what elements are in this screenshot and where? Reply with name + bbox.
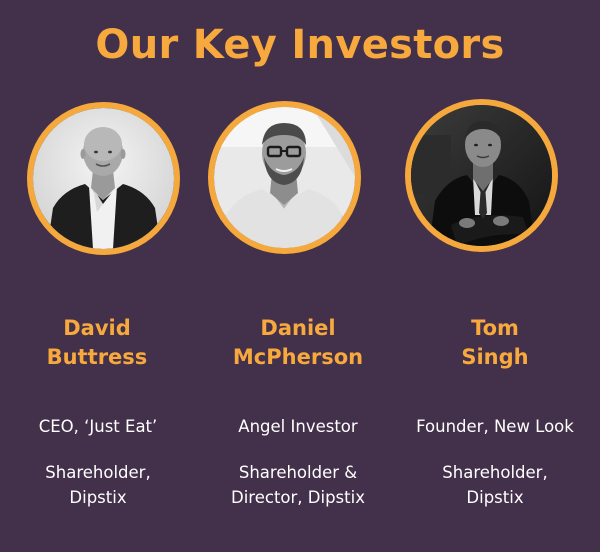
investor-card-daniel-mcpherson: Daniel McPherson Angel Investor Sharehol… [200,0,400,552]
investor-photo [27,102,180,255]
investor-holding-line1: Shareholder & [238,463,358,482]
investor-name: Tom Singh [395,314,595,372]
investor-name: David Buttress [0,314,197,372]
investor-holding-line2: Dipstix [69,488,127,507]
portrait-bald-man-in-suit [33,108,174,249]
investor-name-last: McPherson [232,345,364,369]
investor-holding-line2: Dipstix [466,488,524,507]
investor-photo [405,99,558,252]
portrait-seated-man-in-suit [411,105,552,246]
investor-card-tom-singh: Tom Singh Founder, New Look Shareholder,… [400,0,600,552]
investor-card-david-buttress: David Buttress CEO, ‘Just Eat’ Sharehold… [0,0,200,552]
investor-holding: Shareholder & Director, Dipstix [198,460,398,510]
investor-role: Angel Investor [238,417,358,436]
investor-name-last: Singh [461,345,529,369]
portrait-bearded-man-with-glasses [214,107,355,248]
investor-name-first: Tom [471,316,519,340]
investor-name-first: David [63,316,131,340]
investor-role: Founder, New Look [416,417,574,436]
investor-holding-line1: Shareholder, [442,463,548,482]
investor-role: CEO, ‘Just Eat’ [38,417,158,436]
investor-photo [208,101,361,254]
investor-holding: Shareholder, Dipstix [0,460,198,510]
investor-name: Daniel McPherson [198,314,398,372]
investor-holding: Shareholder, Dipstix [395,460,595,510]
investor-holding-line1: Shareholder, [45,463,151,482]
investor-name-last: Buttress [46,345,148,369]
investor-name-first: Daniel [260,316,336,340]
investor-holding-line2: Director, Dipstix [231,488,365,507]
